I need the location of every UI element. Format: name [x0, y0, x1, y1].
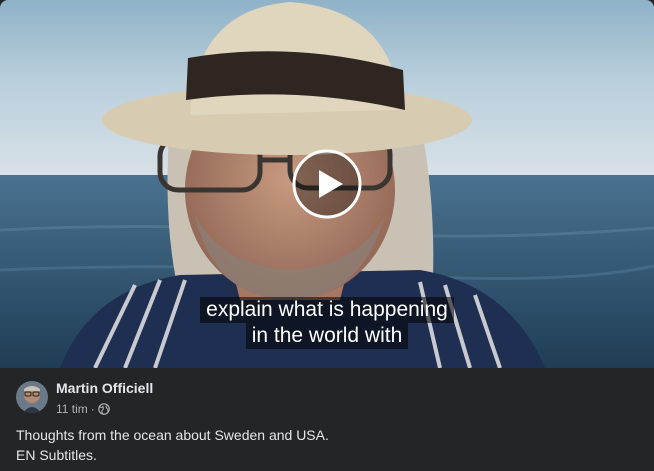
post-text-line: EN Subtitles. [16, 447, 97, 463]
post-timestamp[interactable]: 11 tim [56, 402, 88, 416]
subtitle-line: explain what is happening [200, 297, 454, 323]
meta-separator: · [90, 402, 95, 416]
globe-icon [97, 403, 110, 415]
video-subtitles: explain what is happening in the world w… [0, 297, 654, 349]
post-text-line: Thoughts from the ocean about Sweden and… [16, 427, 329, 443]
post-meta: 11 tim · [56, 402, 110, 416]
author-name[interactable]: Martin Officiell [56, 380, 153, 396]
video-post: explain what is happening in the world w… [0, 0, 654, 471]
play-icon [292, 149, 362, 219]
subtitle-line: in the world with [245, 323, 409, 349]
author-avatar[interactable] [16, 381, 48, 413]
video-player[interactable]: explain what is happening in the world w… [0, 0, 654, 368]
avatar-image [16, 381, 48, 413]
play-button[interactable] [292, 149, 362, 219]
post-text: Thoughts from the ocean about Sweden and… [16, 425, 329, 465]
